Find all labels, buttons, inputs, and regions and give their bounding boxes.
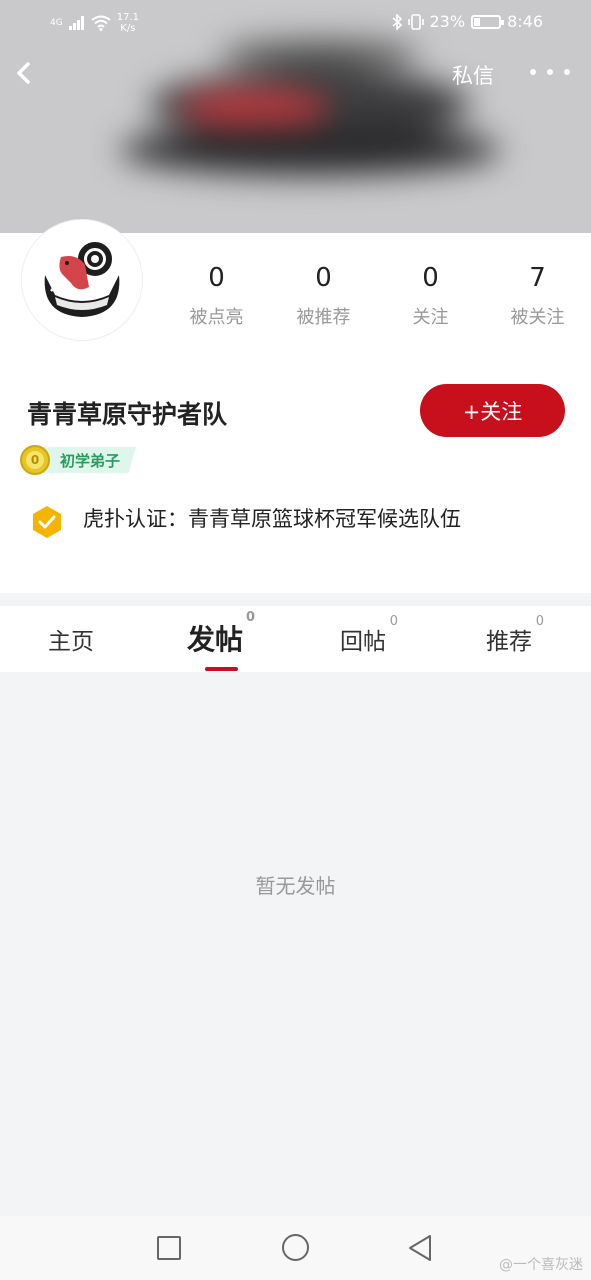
profile-card: 0 被点亮 0 被推荐 0 关注 7 被关注 青青草原守护者队 +关注 0 初学… xyxy=(0,220,591,593)
bluetooth-icon xyxy=(391,13,402,30)
tab-recommends[interactable]: 推荐 0 xyxy=(486,614,544,656)
tab-count: 0 xyxy=(245,610,256,625)
profile-tabs: 主页 发帖 0 回帖 0 推荐 0 xyxy=(0,606,591,672)
signal-icon xyxy=(68,16,84,30)
private-message-button[interactable]: 私信 xyxy=(452,60,494,90)
battery-icon xyxy=(471,14,505,29)
back-button[interactable] xyxy=(12,58,40,88)
tab-count: 0 xyxy=(535,614,544,629)
stat-value: 0 xyxy=(422,263,439,293)
back-arrow-icon xyxy=(17,62,30,84)
battery-percent: 23% xyxy=(429,12,466,31)
profile-name: 青青草原守护者队 xyxy=(27,400,228,429)
stat-recommended[interactable]: 0 被推荐 xyxy=(270,261,377,329)
network-type: 4G xyxy=(50,18,63,28)
status-bar: 4G 17.1 K/s 23% 8:46 xyxy=(0,0,591,44)
certification-text: 虎扑认证：青青草原篮球杯冠军候选队伍 xyxy=(83,507,461,531)
home-icon[interactable] xyxy=(282,1234,309,1261)
tab-replies[interactable]: 回帖 0 xyxy=(340,614,398,656)
active-tab-indicator xyxy=(205,667,238,671)
tab-count: 0 xyxy=(389,614,398,629)
stat-followers[interactable]: 7 被关注 xyxy=(484,261,591,329)
stat-label: 关注 xyxy=(412,307,449,328)
level-coin-icon: 0 xyxy=(20,445,50,475)
avatar[interactable] xyxy=(22,220,142,340)
follow-button[interactable]: +关注 xyxy=(420,384,565,437)
stat-label: 被关注 xyxy=(510,307,565,328)
wifi-icon xyxy=(91,15,111,31)
profile-stats: 0 被点亮 0 被推荐 0 关注 7 被关注 xyxy=(163,261,591,329)
watermark: @一个喜灰迷 xyxy=(499,1257,583,1273)
recent-apps-icon[interactable] xyxy=(157,1236,181,1260)
banner-image xyxy=(110,30,510,200)
stat-label: 被点亮 xyxy=(189,307,244,328)
empty-state-message: 暂无发帖 xyxy=(255,874,336,898)
level-badge[interactable]: 0 初学弟子 xyxy=(20,445,137,475)
stat-value: 0 xyxy=(315,263,332,293)
stat-value: 0 xyxy=(208,263,225,293)
more-options-icon[interactable] xyxy=(530,62,570,82)
ram-logo-icon xyxy=(44,242,120,317)
nav-back-icon[interactable] xyxy=(406,1233,434,1263)
clock: 8:46 xyxy=(507,12,543,31)
tab-posts[interactable]: 发帖 0 xyxy=(187,610,255,658)
verified-badge-icon xyxy=(33,506,61,538)
level-name: 初学弟子 xyxy=(42,447,137,473)
stat-liked[interactable]: 0 被点亮 xyxy=(163,261,270,329)
tab-home[interactable]: 主页 xyxy=(48,622,94,656)
stat-value: 7 xyxy=(529,263,546,293)
network-speed: 17.1 K/s xyxy=(116,12,139,34)
vibrate-icon xyxy=(407,13,424,30)
stat-label: 被推荐 xyxy=(296,307,351,328)
stat-following[interactable]: 0 关注 xyxy=(377,261,484,329)
